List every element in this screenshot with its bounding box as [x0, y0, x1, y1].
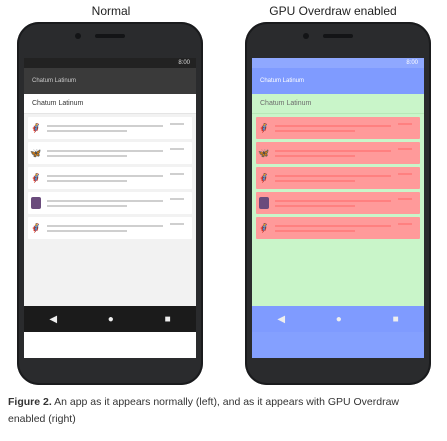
message-timestamp-placeholder: [398, 223, 412, 225]
right-panel-title: GPU Overdraw enabled: [269, 4, 397, 18]
message-row[interactable]: 🦸: [28, 167, 192, 189]
message-timestamp-placeholder: [170, 148, 184, 150]
avatar: 🦸: [258, 223, 270, 233]
message-text-lines: [275, 174, 420, 182]
message-text-lines: [47, 224, 192, 232]
message-row[interactable]: 🦸: [256, 217, 420, 239]
speaker-grille: [323, 34, 353, 38]
status-time: 8:00: [178, 60, 190, 66]
status-bar: 8:00: [24, 58, 196, 68]
phone-screen: 8:00 Chatum Latinum Chatum Latinum 🦸 🦋 🦸: [252, 58, 424, 358]
status-bar: 8:00: [252, 58, 424, 68]
message-timestamp-placeholder: [398, 123, 412, 125]
app-bar: Chatum Latinum: [24, 68, 196, 94]
message-timestamp-placeholder: [170, 123, 184, 125]
chat-title: Chatum Latinum: [252, 94, 424, 114]
message-text-lines: [47, 149, 192, 157]
avatar: [31, 197, 41, 209]
message-row[interactable]: 🦸: [28, 117, 192, 139]
avatar: 🦸: [258, 123, 270, 133]
message-timestamp-placeholder: [398, 148, 412, 150]
message-row[interactable]: 🦸: [256, 117, 420, 139]
message-text-lines: [47, 174, 192, 182]
chat-title: Chatum Latinum: [24, 94, 196, 114]
recents-icon[interactable]: ■: [165, 314, 171, 325]
message-row[interactable]: 🦋: [28, 142, 192, 164]
message-text-lines: [275, 199, 420, 207]
navigation-bar: ◀ ● ■: [252, 306, 424, 332]
message-timestamp-placeholder: [170, 173, 184, 175]
back-icon[interactable]: ◀: [49, 314, 57, 325]
home-icon[interactable]: ●: [108, 314, 114, 325]
message-row[interactable]: 🦸: [256, 167, 420, 189]
speaker-grille: [95, 34, 125, 38]
message-timestamp-placeholder: [170, 223, 184, 225]
message-row[interactable]: [28, 192, 192, 214]
recents-icon[interactable]: ■: [393, 314, 399, 325]
avatar: [259, 197, 269, 209]
avatar: 🦋: [258, 148, 270, 158]
message-text-lines: [47, 199, 192, 207]
message-text-lines: [47, 124, 192, 132]
caption-text: An app as it appears normally (left), an…: [8, 396, 400, 425]
app-bar-title: Chatum Latinum: [260, 78, 305, 84]
app-bar-title: Chatum Latinum: [32, 78, 77, 84]
avatar: 🦸: [30, 223, 42, 233]
phone-normal: 8:00 Chatum Latinum Chatum Latinum 🦸 🦋 🦸: [17, 22, 203, 385]
phone-screen: 8:00 Chatum Latinum Chatum Latinum 🦸 🦋 🦸: [24, 58, 196, 358]
message-row[interactable]: 🦸: [28, 217, 192, 239]
avatar: 🦸: [258, 173, 270, 183]
home-icon[interactable]: ●: [336, 314, 342, 325]
message-row[interactable]: 🦋: [256, 142, 420, 164]
back-icon[interactable]: ◀: [277, 314, 285, 325]
navigation-bar: ◀ ● ■: [24, 306, 196, 332]
message-timestamp-placeholder: [398, 173, 412, 175]
avatar: 🦸: [30, 173, 42, 183]
message-text-lines: [275, 124, 420, 132]
avatar: 🦋: [30, 148, 42, 158]
camera-icon: [303, 33, 309, 39]
message-row[interactable]: [256, 192, 420, 214]
message-text-lines: [275, 149, 420, 157]
message-text-lines: [275, 224, 420, 232]
chat-content[interactable]: Chatum Latinum 🦸 🦋 🦸 🦸 ◀ ● ■: [252, 94, 424, 332]
message-timestamp-placeholder: [170, 198, 184, 200]
status-time: 8:00: [406, 60, 418, 66]
caption-label: Figure 2.: [8, 396, 52, 408]
phone-overdraw: 8:00 Chatum Latinum Chatum Latinum 🦸 🦋 🦸: [245, 22, 431, 385]
app-bar: Chatum Latinum: [252, 68, 424, 94]
figure-caption: Figure 2. An app as it appears normally …: [8, 394, 438, 428]
avatar: 🦸: [30, 123, 42, 133]
message-timestamp-placeholder: [398, 198, 412, 200]
chat-content[interactable]: Chatum Latinum 🦸 🦋 🦸 🦸 ◀ ● ■: [24, 94, 196, 332]
camera-icon: [75, 33, 81, 39]
left-panel-title: Normal: [91, 4, 131, 18]
